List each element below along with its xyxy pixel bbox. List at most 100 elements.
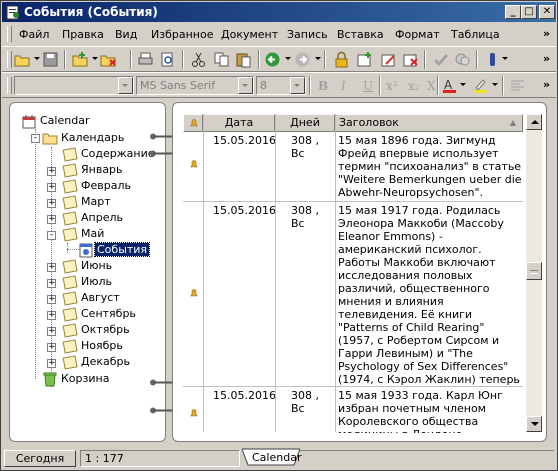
menu-table[interactable]: Таблица xyxy=(451,28,500,41)
superscript-button[interactable]: x² xyxy=(386,79,398,93)
open-dropdown-icon[interactable] xyxy=(34,57,40,60)
month-expand-icon[interactable]: + xyxy=(47,359,56,368)
menu-insert[interactable]: Вставка xyxy=(337,28,384,41)
scroll-down-button[interactable] xyxy=(526,416,542,432)
calendar-collapse-icon[interactable]: - xyxy=(31,134,40,143)
info-dropdown-icon[interactable] xyxy=(502,57,508,60)
font-size-value: 8 xyxy=(260,79,267,92)
menu-overflow-icon[interactable]: » xyxy=(543,27,550,40)
cell-days: 308 , Вс xyxy=(291,389,319,415)
highlight-dropdown-icon[interactable] xyxy=(492,83,498,86)
check-icon[interactable] xyxy=(432,51,449,68)
new-record-icon[interactable] xyxy=(356,51,373,68)
delete-record-icon[interactable] xyxy=(402,51,419,68)
copy-icon[interactable] xyxy=(213,51,230,68)
header-date[interactable]: Дата xyxy=(203,114,275,132)
month-expand-icon[interactable]: + xyxy=(47,215,56,224)
font-name-combo[interactable]: MS Sans Serif xyxy=(136,76,254,95)
month-expand-icon[interactable]: + xyxy=(47,295,56,304)
header-title-label: Заголовок xyxy=(339,116,399,129)
table-row[interactable]: 15.05.2016 308 , Вс 15 мая 1896 года. Зи… xyxy=(183,133,523,202)
scroll-thumb[interactable] xyxy=(526,262,542,280)
lock-icon[interactable] xyxy=(333,51,350,68)
month-label: Июнь xyxy=(81,259,113,272)
maximize-button[interactable]: □ xyxy=(521,5,537,19)
month-expand-icon[interactable]: + xyxy=(47,167,56,176)
note-icon xyxy=(62,259,78,274)
format-overflow-icon[interactable]: » xyxy=(543,78,550,91)
tree-node-trash-label: Корзина xyxy=(61,372,110,385)
header-days[interactable]: Дней xyxy=(275,114,335,132)
record-position: 1 : 177 xyxy=(80,450,240,467)
save-icon[interactable] xyxy=(42,51,59,68)
menu-edit[interactable]: Правка xyxy=(62,28,104,41)
back-icon[interactable] xyxy=(264,51,281,68)
vertical-scrollbar[interactable] xyxy=(526,114,542,432)
open-folder-icon[interactable] xyxy=(14,51,31,68)
month-expand-icon[interactable]: + xyxy=(47,311,56,320)
new-dropdown-icon[interactable] xyxy=(92,57,98,60)
menubar-grip[interactable] xyxy=(7,26,12,42)
print-preview-icon[interactable] xyxy=(159,51,176,68)
month-expand-icon[interactable]: + xyxy=(47,183,56,192)
month-expand-icon[interactable]: + xyxy=(47,199,56,208)
menu-favorites[interactable]: Избранное xyxy=(151,28,213,41)
info-icon[interactable] xyxy=(484,51,501,68)
tree-node-events-label: События xyxy=(93,242,151,257)
close-button[interactable]: ✕ xyxy=(539,5,555,19)
today-button[interactable]: Сегодня xyxy=(4,450,76,467)
minimize-button[interactable]: _ xyxy=(505,5,521,19)
cell-date: 15.05.2016 xyxy=(213,134,275,147)
standard-toolbar: » xyxy=(2,46,556,72)
new-folder-icon[interactable] xyxy=(72,51,89,68)
print-icon[interactable] xyxy=(137,51,154,68)
note-icon xyxy=(62,227,78,242)
underline-button[interactable]: U xyxy=(363,79,373,93)
scroll-up-button[interactable] xyxy=(526,114,542,130)
forward-icon[interactable] xyxy=(294,51,311,68)
calendar-tab[interactable]: Calendar xyxy=(252,451,301,464)
month-label: Сентябрь xyxy=(81,307,136,320)
clear-format-button[interactable]: X xyxy=(427,79,436,93)
bell-icon xyxy=(190,409,198,417)
italic-button[interactable]: I xyxy=(341,79,346,93)
format-toolbar-grip[interactable] xyxy=(7,77,12,94)
table-row[interactable]: 15.05.2016 308 , Вс 15 мая 1933 года. Ка… xyxy=(183,387,523,437)
style-combo[interactable] xyxy=(14,76,134,95)
note-icon xyxy=(62,275,78,290)
header-alarm-column[interactable] xyxy=(183,114,203,132)
font-color-icon[interactable]: A xyxy=(441,77,458,94)
window-title: События (События) xyxy=(24,5,158,19)
font-color-dropdown-icon[interactable] xyxy=(460,83,466,86)
toolbar-overflow-icon[interactable]: » xyxy=(543,52,550,65)
menu-format[interactable]: Формат xyxy=(395,28,440,41)
highlight-icon[interactable] xyxy=(472,77,489,94)
bold-button[interactable]: B xyxy=(318,79,328,93)
cut-icon[interactable] xyxy=(190,51,207,68)
header-title[interactable]: Заголовок ▲ xyxy=(335,114,523,132)
trash-icon xyxy=(43,372,57,387)
font-size-combo[interactable]: 8 xyxy=(256,76,306,95)
subscript-button[interactable]: x₂ xyxy=(408,79,420,93)
paste-icon[interactable] xyxy=(235,51,252,68)
month-expand-icon[interactable]: + xyxy=(47,327,56,336)
month-collapse-icon[interactable]: - xyxy=(47,231,56,240)
cell-date: 15.05.2016 xyxy=(213,389,275,402)
edit-record-icon[interactable] xyxy=(380,51,397,68)
back-dropdown-icon[interactable] xyxy=(285,57,291,60)
menu-view[interactable]: Вид xyxy=(115,28,137,41)
forward-dropdown-icon[interactable] xyxy=(315,57,321,60)
align-left-icon[interactable] xyxy=(509,77,526,94)
delete-folder-icon[interactable] xyxy=(100,51,117,68)
attachment-icon[interactable] xyxy=(454,51,471,68)
month-expand-icon[interactable]: + xyxy=(47,263,56,272)
navigation-tree: Calendar - Календарь Содержание + Январь… xyxy=(9,102,166,442)
month-expand-icon[interactable]: + xyxy=(47,343,56,352)
cell-title: 15 мая 1917 года. Родилась Элеонора Макк… xyxy=(338,204,520,386)
table-row[interactable]: 15.05.2016 308 , Вс 15 мая 1917 года. Ро… xyxy=(183,202,523,387)
toolbar-grip[interactable] xyxy=(7,51,12,68)
month-expand-icon[interactable]: + xyxy=(47,279,56,288)
menu-document[interactable]: Документ xyxy=(221,28,278,41)
menu-record[interactable]: Запись xyxy=(287,28,328,41)
menu-file[interactable]: Файл xyxy=(19,28,49,41)
